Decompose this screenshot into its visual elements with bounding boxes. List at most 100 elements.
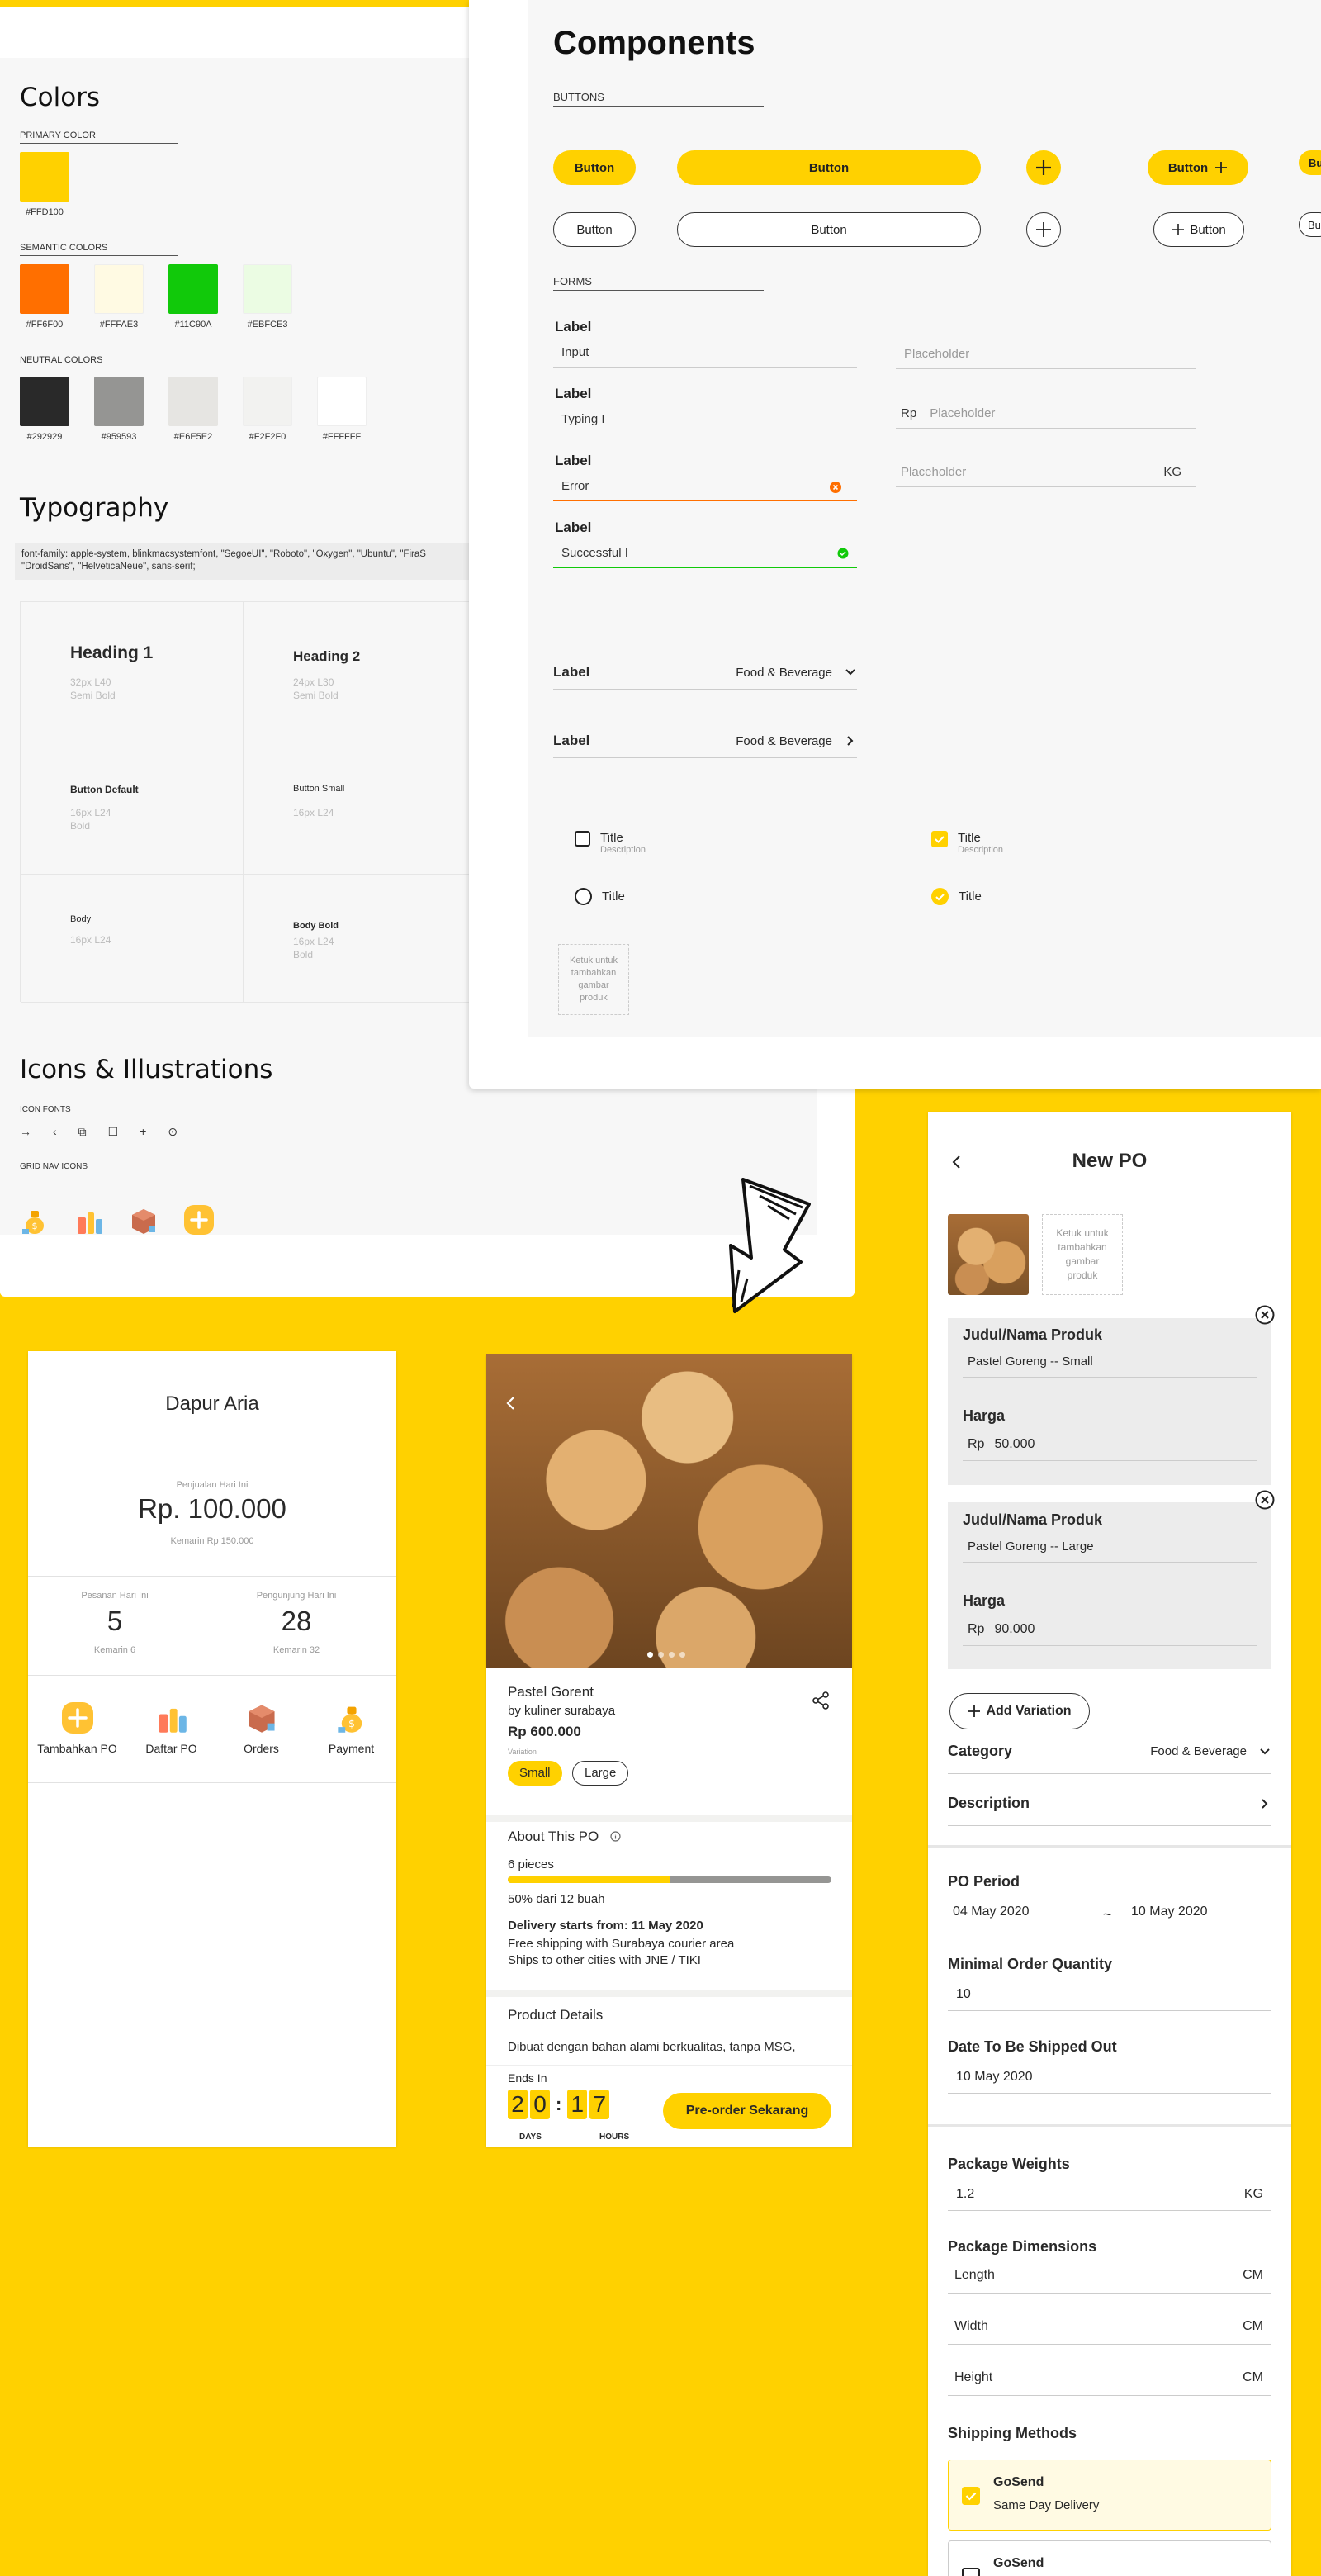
weight-unit: KG — [1243, 2187, 1263, 2201]
error-icon — [830, 482, 841, 493]
image-upload-box[interactable]: Ketuk untuk tambahkan gambar produk — [558, 944, 629, 1015]
variant-price-input[interactable]: Rp 50.000 — [963, 1437, 1257, 1461]
weight-input[interactable]: 1.2 KG — [948, 2187, 1271, 2211]
typo-button-default: Button Default — [70, 784, 139, 795]
width-input[interactable]: Width CM — [948, 2319, 1271, 2345]
back-icon[interactable] — [504, 1396, 518, 1411]
currency-prefix: Rp — [968, 1622, 985, 1636]
countdown: 2 0 : 1 7 — [508, 2090, 610, 2119]
variant-name-input[interactable]: Pastel Goreng -- Large — [963, 1539, 1257, 1563]
description-row[interactable]: Description — [948, 1795, 1271, 1826]
semantic-swatch-group: #FF6F00 #FFFAE3 #11C90A #EBFCE3 — [20, 264, 292, 330]
moq-label: Minimal Order Quantity — [948, 1956, 1113, 1972]
outline-add-button[interactable] — [1026, 212, 1061, 247]
remove-variant-icon[interactable] — [1255, 1490, 1275, 1510]
po-start-input[interactable]: 04 May 2020 — [948, 1905, 1090, 1928]
nav-orders[interactable]: Orders — [220, 1701, 303, 1755]
share-icon[interactable] — [812, 1691, 830, 1710]
text-input-error[interactable]: Error — [553, 479, 857, 501]
ship-date-input[interactable]: 10 May 2020 — [948, 2070, 1271, 2094]
variation-large[interactable]: Large — [572, 1761, 629, 1786]
color-swatch-label: #FFFFFF — [322, 432, 362, 442]
preorder-button[interactable]: Pre-order Sekarang — [663, 2093, 831, 2129]
checkbox-unchecked[interactable]: Title Description — [575, 831, 646, 855]
add-variation-button[interactable]: Add Variation — [949, 1693, 1090, 1729]
visitors-label: Pengunjung Hari Ini — [256, 1591, 337, 1601]
outline-button-cut[interactable]: Bu — [1299, 212, 1321, 237]
weight-input[interactable]: Placeholder KG — [896, 465, 1196, 487]
remove-variant-icon[interactable] — [1255, 1305, 1275, 1325]
target-icon: ⊙ — [168, 1125, 178, 1138]
primary-add-button[interactable] — [1026, 150, 1061, 185]
currency-input[interactable]: Rp Placeholder — [896, 406, 1196, 429]
radio-checked-title: Title — [959, 890, 982, 904]
about-po-title: About This PO — [508, 1829, 599, 1844]
nav-payment[interactable]: $ Payment — [310, 1701, 393, 1755]
category-select[interactable]: Category Food & Beverage — [948, 1743, 1271, 1774]
ends-in-label: Ends In — [508, 2071, 547, 2085]
checkbox-checked[interactable]: Title Description — [931, 831, 1003, 855]
primary-button-wide[interactable]: Button — [677, 150, 981, 185]
po-end-input[interactable]: 10 May 2020 — [1126, 1905, 1271, 1928]
font-family-line-1: font-family: apple-system, blinkmacsyste… — [21, 549, 426, 559]
variant-name-label: Judul/Nama Produk — [963, 1326, 1103, 1343]
length-placeholder: Length — [954, 2268, 995, 2282]
color-swatch-chip — [20, 264, 69, 314]
typo-heading-1-weight: Semi Bold — [70, 690, 116, 701]
sales-value: Rp. 100.000 — [138, 1493, 286, 1524]
image-upload-box[interactable]: Ketuk untuk tambahkan gambar produk — [1042, 1214, 1123, 1295]
visitors-yesterday: Kemarin 32 — [272, 1645, 320, 1655]
shipping-option-gosend-2[interactable]: GoSend — [948, 2540, 1271, 2576]
section-gap — [486, 1815, 852, 1822]
section-divider — [928, 2124, 1291, 2127]
moq-input[interactable]: 10 — [948, 1987, 1271, 2011]
outline-button-small[interactable]: Button — [553, 212, 636, 247]
variant-price-input[interactable]: Rp 90.000 — [963, 1622, 1257, 1646]
typo-heading-1-spec: 32px L40 — [70, 676, 111, 688]
primary-button-small[interactable]: Button — [553, 150, 636, 185]
typo-button-small-spec: 16px L24 — [293, 807, 334, 818]
shipping-text-2: Ships to other cities with JNE / TIKI — [508, 1953, 701, 1967]
color-swatch: #FFFFFF — [317, 377, 367, 442]
icon-fonts-label: ICON FONTS — [20, 1105, 178, 1117]
chevron-right-icon — [1262, 1798, 1268, 1809]
height-input[interactable]: Height CM — [948, 2370, 1271, 2396]
products-icon — [158, 1708, 187, 1733]
variation-small[interactable]: Small — [508, 1761, 562, 1786]
money-bag-icon: $ — [337, 1706, 362, 1733]
radio-unchecked[interactable]: Title — [575, 888, 625, 905]
details-title: Product Details — [508, 2007, 604, 2023]
color-swatch: #FFD100 — [20, 152, 69, 217]
weights-label: Package Weights — [948, 2156, 1070, 2172]
variant-name-input[interactable]: Pastel Goreng -- Small — [963, 1354, 1257, 1378]
primary-button-with-icon[interactable]: Button — [1148, 150, 1248, 185]
primary-button-cut[interactable]: Bu — [1299, 150, 1321, 175]
product-thumbnail — [948, 1214, 1029, 1295]
text-input-typing[interactable]: Typing I — [553, 412, 857, 434]
product-seller: by kuliner surabaya — [508, 1704, 616, 1718]
outline-button-wide[interactable]: Button — [677, 212, 981, 247]
typography-title: Typography — [20, 493, 169, 523]
select-navigate[interactable]: Label Food & Beverage — [553, 733, 857, 758]
info-icon[interactable] — [610, 1831, 621, 1842]
new-po-screen: New PO Ketuk untuk tambahkan gambar prod… — [928, 1112, 1291, 2576]
radio-checked[interactable]: Title — [931, 888, 982, 905]
dashboard-screen: Dapur Aria Penjualan Hari Ini Rp. 100.00… — [28, 1351, 396, 2147]
radio-circle — [575, 888, 592, 905]
outline-button-with-icon[interactable]: Button — [1153, 212, 1244, 247]
shipping-option-gosend[interactable]: GoSend Same Day Delivery — [948, 2460, 1271, 2531]
countdown-digit: 1 — [567, 2090, 588, 2119]
select-dropdown[interactable]: Label Food & Beverage — [553, 664, 857, 690]
chevron-right-icon — [847, 736, 854, 746]
color-swatch: #FF6F00 — [20, 264, 69, 330]
sales-label: Penjualan Hari Ini — [176, 1480, 249, 1490]
typo-body-spec: 16px L24 — [70, 934, 111, 946]
gosend-title: GoSend — [993, 2475, 1044, 2489]
length-input[interactable]: Length CM — [948, 2268, 1271, 2294]
placeholder-input[interactable]: Placeholder — [896, 347, 1196, 369]
text-input[interactable]: Input — [553, 345, 857, 368]
text-input-success[interactable]: Successful I — [553, 546, 857, 568]
nav-daftar-po[interactable]: Daftar PO — [130, 1701, 213, 1755]
outline-button-with-icon-label: Button — [1190, 222, 1226, 237]
nav-tambahkan-po[interactable]: Tambahkan PO — [32, 1701, 123, 1755]
